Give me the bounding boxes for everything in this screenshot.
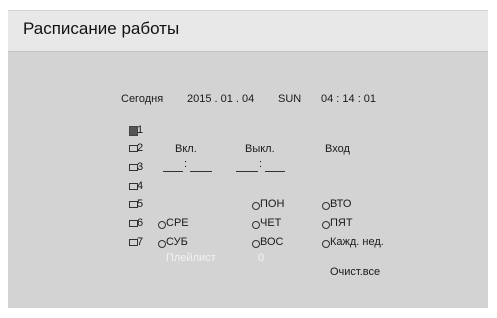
wednesday-label: СРЕ <box>166 217 189 229</box>
schedule-6-label: 6 <box>137 217 144 229</box>
friday-label: ПЯТ <box>330 217 353 229</box>
current-time: 04 : 14 : 01 <box>321 93 377 105</box>
page-title: Расписание работы <box>23 19 180 38</box>
today-label: Сегодня <box>121 93 164 105</box>
schedule-5-label: 5 <box>137 198 144 210</box>
schedule-2-label: 2 <box>137 142 144 154</box>
sunday-radio[interactable] <box>252 240 260 248</box>
saturday-label: СУБ <box>166 236 188 248</box>
on-time-separator: : <box>184 158 188 170</box>
thursday-radio[interactable] <box>252 221 260 229</box>
clear-all-button[interactable]: Очист.все <box>330 266 380 278</box>
tuesday-radio[interactable] <box>322 202 330 210</box>
current-day: SUN <box>278 93 302 105</box>
playlist-value[interactable]: 0 <box>258 252 264 264</box>
saturday-radio[interactable] <box>158 240 166 248</box>
schedule-1-label: 1 <box>137 124 144 136</box>
monday-label: ПОН <box>260 198 285 210</box>
off-time-field[interactable]: : <box>236 158 285 172</box>
title-bar: Расписание работы <box>8 11 488 52</box>
current-date: 2015 . 01 . 04 <box>187 93 255 105</box>
input-header: Вход <box>325 143 350 155</box>
sunday-label: ВОС <box>260 236 284 248</box>
every-week-radio[interactable] <box>322 240 330 248</box>
friday-radio[interactable] <box>322 221 330 229</box>
thursday-label: ЧЕТ <box>260 217 282 229</box>
every-week-label: Кажд. нед. <box>330 236 384 248</box>
on-time-field[interactable]: : <box>163 158 212 172</box>
off-time-separator: : <box>259 158 263 170</box>
tuesday-label: ВТО <box>330 198 352 210</box>
schedule-7-label: 7 <box>137 236 144 248</box>
monday-radio[interactable] <box>252 202 260 210</box>
off-time-header: Выкл. <box>245 143 275 155</box>
schedule-3-label: 3 <box>137 161 144 173</box>
schedule-4-label: 4 <box>137 180 144 192</box>
on-time-header: Вкл. <box>175 143 197 155</box>
playlist-label: Плейлист <box>166 252 216 264</box>
wednesday-radio[interactable] <box>158 221 166 229</box>
